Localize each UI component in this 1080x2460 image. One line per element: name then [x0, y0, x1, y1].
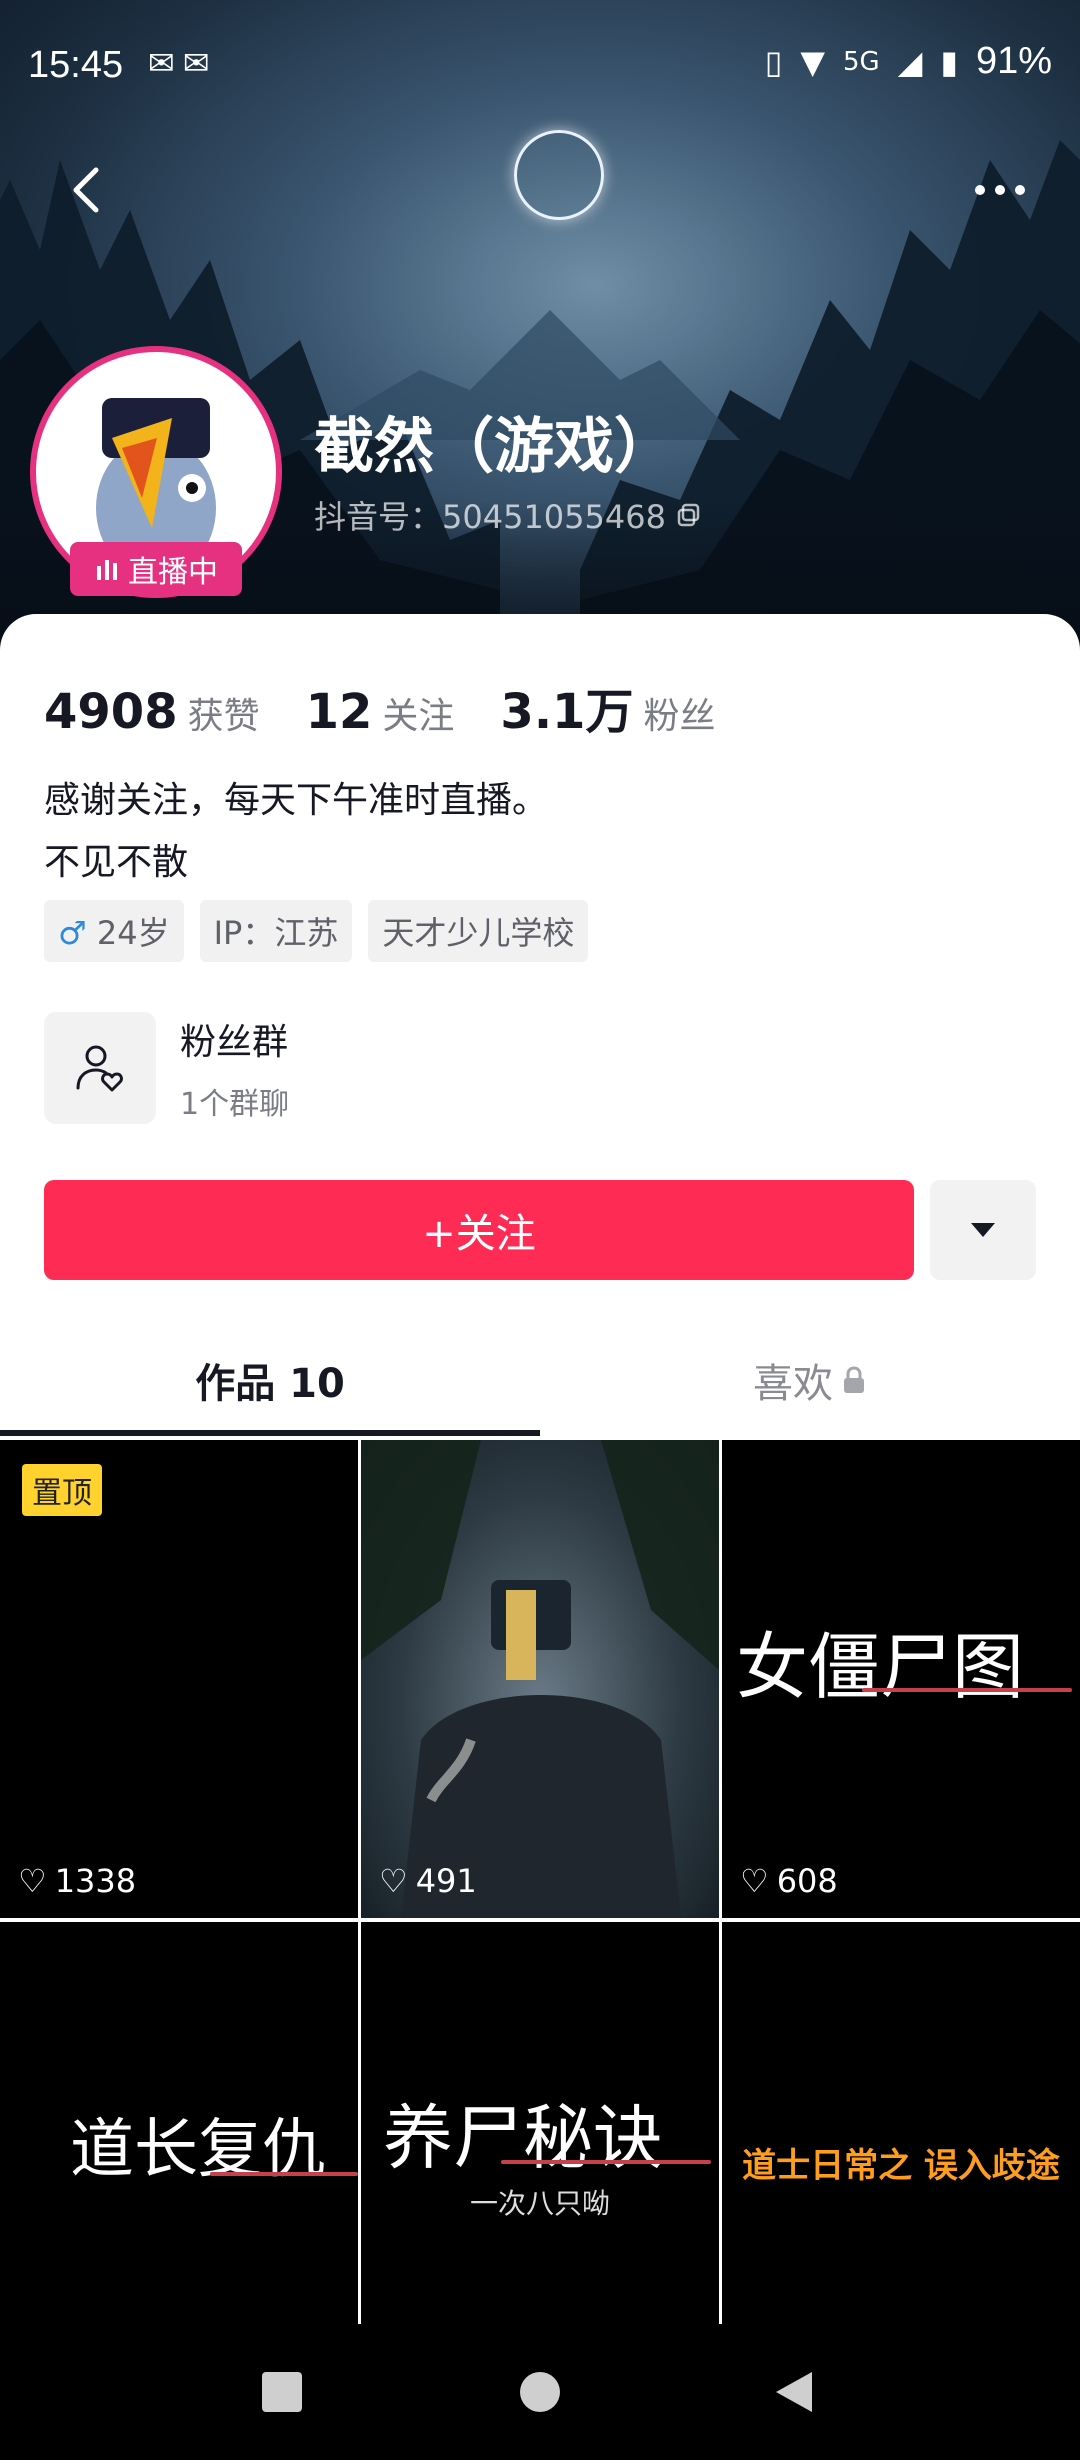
tab-likes-label: 喜欢 — [753, 1361, 833, 1407]
live-bars-icon — [97, 560, 117, 580]
battery-level: 91% — [975, 40, 1052, 82]
video-title-underline — [501, 2160, 711, 2164]
more-options-button[interactable] — [960, 160, 1040, 220]
profile-tags: ♂ 24岁 IP：江苏 天才少儿学校 — [44, 900, 589, 962]
heart-outline-icon: ♡ — [379, 1862, 408, 1900]
likes-label[interactable]: 获赞 — [188, 687, 260, 739]
heart-outline-icon: ♡ — [18, 1862, 47, 1900]
douyin-id-label: 抖音号：50451055468 — [314, 498, 666, 536]
chevron-left-icon — [73, 167, 99, 213]
followers-label[interactable]: 粉丝 — [643, 687, 715, 739]
video-tile[interactable]: 置顶 ♡ 1338 — [0, 1440, 358, 1918]
user-heart-icon — [76, 1045, 123, 1092]
profile-bio: 感谢关注，每天下午准时直播。 不见不散 — [44, 770, 548, 894]
tab-works[interactable]: 作品 10 — [0, 1314, 540, 1446]
moon-decoration — [514, 130, 604, 220]
douyin-id[interactable]: 抖音号：50451055468 — [314, 492, 702, 538]
more-dots-icon — [975, 185, 1025, 195]
video-title-calligraphy: 养尸秘诀 — [383, 2097, 663, 2179]
video-likes: ♡ 491 — [379, 1862, 477, 1900]
ip-location-tag: IP：江苏 — [199, 900, 353, 962]
fans-group-title: 粉丝群 — [180, 1022, 289, 1063]
profile-stats: 4908 获赞 12 关注 3.1万 粉丝 — [44, 672, 761, 742]
caret-down-icon — [971, 1223, 995, 1237]
signal-icon: ◢ — [897, 42, 923, 81]
video-likes-count: 608 — [776, 1862, 838, 1900]
following-label[interactable]: 关注 — [382, 687, 454, 739]
back-triangle-icon[interactable] — [772, 2370, 816, 2414]
pinned-badge: 置顶 — [22, 1464, 102, 1516]
heart-outline-icon: ♡ — [740, 1862, 769, 1900]
video-title-underline — [862, 1688, 1072, 1692]
gender-age-tag: ♂ 24岁 — [44, 900, 184, 962]
video-title-overlay: 道士日常之 误入歧途 — [742, 2146, 1060, 2186]
status-right: ▯ ▼ 5G ◢ ▮ 91% — [765, 40, 1052, 83]
fans-group-entry[interactable]: 粉丝群 1个群聊 — [44, 1012, 289, 1124]
live-status-badge[interactable]: 直播中 — [70, 542, 242, 596]
male-icon: ♂ — [58, 914, 87, 952]
video-title-calligraphy: 道长复仇 — [70, 2113, 326, 2187]
followers-count[interactable]: 3.1万 — [500, 672, 633, 742]
video-likes-count: 491 — [415, 1862, 477, 1900]
video-subtitle: 一次八只呦 — [469, 2187, 610, 2220]
video-likes: ♡ 1338 — [18, 1862, 136, 1900]
back-button[interactable] — [60, 160, 120, 220]
status-bar: 15:45 ✉✉ ▯ ▼ 5G ◢ ▮ 91% — [0, 0, 1080, 120]
live-badge-label: 直播中 — [128, 555, 218, 590]
notification-icons: ✉✉ — [148, 44, 218, 82]
battery-icon: ▮ — [940, 42, 958, 81]
video-tile[interactable]: ♡ 491 — [361, 1440, 719, 1918]
video-tile[interactable]: 女僵尸图 ♡ 608 — [722, 1440, 1080, 1918]
age-label: 24岁 — [96, 914, 170, 952]
bio-line: 感谢关注，每天下午准时直播。 — [44, 780, 549, 821]
fans-group-text: 粉丝群 1个群聊 — [180, 1013, 289, 1123]
profile-tabs: 作品 10 喜欢 — [0, 1314, 1080, 1446]
follow-button[interactable]: +关注 — [44, 1180, 914, 1280]
fans-group-icon-box — [44, 1012, 156, 1124]
system-navigation-bar — [0, 2324, 1080, 2460]
school-tag[interactable]: 天才少儿学校 — [368, 900, 589, 962]
bio-line: 不见不散 — [44, 842, 189, 883]
video-likes-count: 1338 — [54, 1862, 137, 1900]
lock-icon — [844, 1366, 864, 1393]
recent-apps-icon[interactable] — [260, 2370, 304, 2414]
home-icon[interactable] — [518, 2370, 562, 2414]
status-time: 15:45 — [28, 44, 124, 86]
zombie-figure-thumbnail — [361, 1440, 719, 1918]
active-tab-indicator — [0, 1430, 540, 1436]
network-type: 5G — [843, 46, 880, 77]
tab-likes[interactable]: 喜欢 — [540, 1314, 1080, 1446]
video-likes: ♡ 608 — [740, 1862, 838, 1900]
profile-nickname: 截然（游戏） — [314, 412, 674, 482]
wifi-icon: ▼ — [800, 42, 826, 81]
following-count[interactable]: 12 — [306, 684, 373, 740]
vibrate-icon: ▯ — [764, 42, 783, 81]
likes-count[interactable]: 4908 — [44, 684, 178, 740]
video-title-underline — [210, 2172, 358, 2176]
follow-options-button[interactable] — [930, 1180, 1036, 1280]
video-title-calligraphy: 女僵尸图 — [736, 1625, 1025, 1709]
fans-group-subtitle: 1个群聊 — [180, 1087, 290, 1122]
copy-icon[interactable] — [676, 502, 702, 528]
